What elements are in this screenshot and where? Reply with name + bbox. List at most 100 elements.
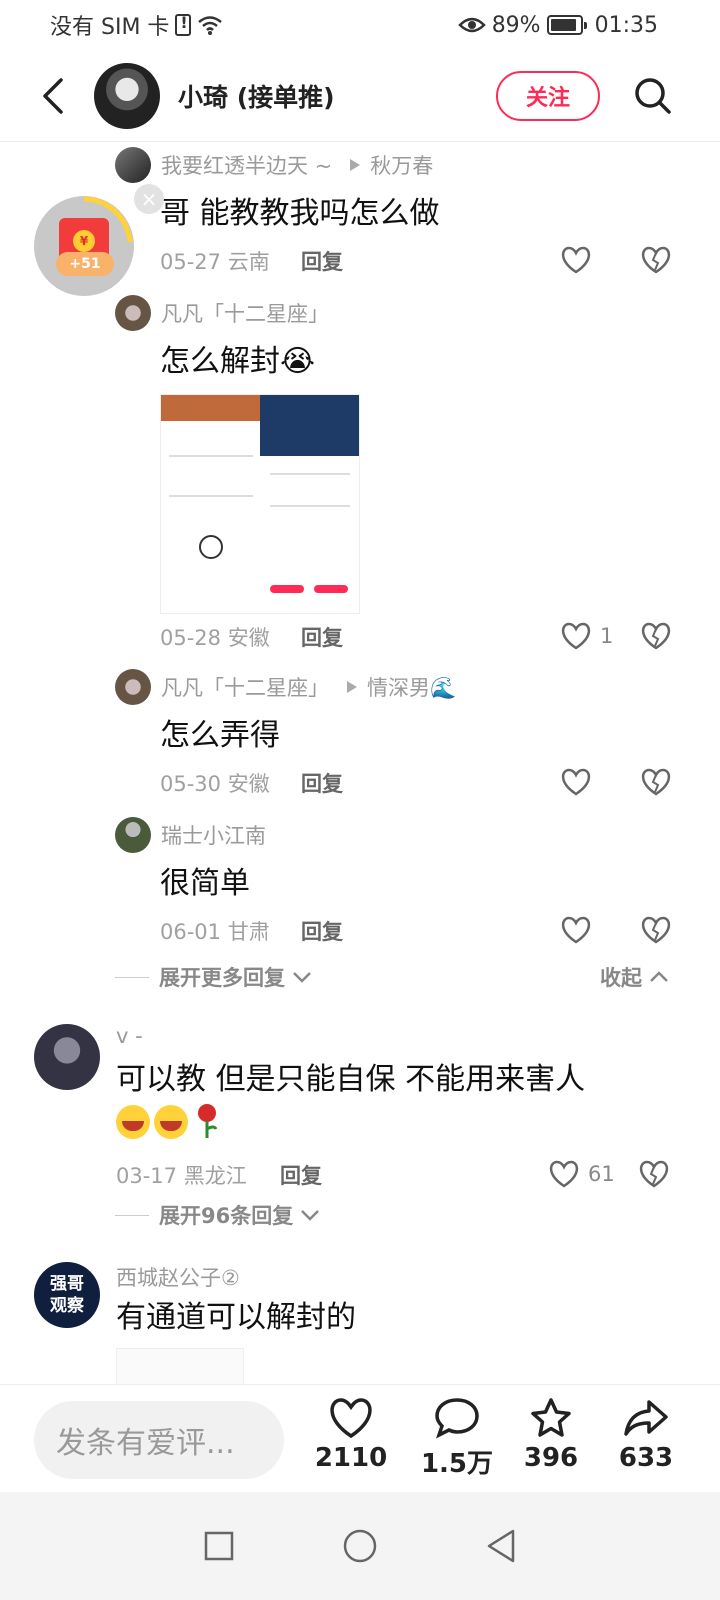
dislike-button[interactable] xyxy=(640,246,672,278)
reply-item: 瑞士小江南 很简单 06-01 甘肃 回复 xyxy=(115,816,695,954)
target-user-name[interactable]: 秋万春 xyxy=(370,150,433,180)
reply-date-location: 06-01 甘肃 xyxy=(160,920,270,944)
chevron-up-icon xyxy=(650,971,668,982)
back-arrow-icon xyxy=(43,77,63,114)
reply-item: 凡凡「十二星座」 怎么解封😭 05-28 安徽 回复 1 xyxy=(115,294,695,660)
heart-icon xyxy=(561,622,591,650)
heart-icon xyxy=(549,1160,579,1188)
comment-text[interactable]: 有通道可以解封的 xyxy=(116,1296,694,1340)
reply-meta: 06-01 甘肃 回复 xyxy=(160,908,695,954)
back-button[interactable] xyxy=(18,61,88,131)
author-avatar[interactable] xyxy=(94,62,160,129)
comment-input[interactable]: 发条有爱评... xyxy=(34,1401,284,1479)
reply-meta: 05-27 云南 回复 xyxy=(160,238,695,284)
header: 小琦 (接单推) 关注 xyxy=(0,50,720,142)
star-icon xyxy=(531,1398,571,1437)
author-name[interactable]: 小琦 (接单推) xyxy=(178,78,496,114)
reply-text[interactable]: 哥 能教教我吗怎么做 xyxy=(160,190,695,238)
comment-total: 1.5万 xyxy=(420,1449,494,1479)
user-name[interactable]: 瑞士小江南 xyxy=(161,820,266,850)
comment-item: 强哥 观察 西城赵公子② 有通道可以解封的 xyxy=(34,1262,694,1388)
system-nav-bar xyxy=(0,1492,720,1600)
reply-date-location: 05-30 安徽 xyxy=(160,772,270,796)
comment-action[interactable]: 1.5万 xyxy=(412,1397,502,1480)
coin-icon: ¥ xyxy=(73,230,95,252)
dislike-button[interactable] xyxy=(640,768,672,800)
like-count: 61 xyxy=(588,1162,615,1186)
heart-icon xyxy=(561,246,591,274)
rose-emoji-icon xyxy=(192,1103,222,1152)
reply-date-location: 05-28 安徽 xyxy=(160,626,270,650)
thumb-appeal-screenshot xyxy=(260,395,359,613)
dislike-button[interactable] xyxy=(640,916,672,948)
reply-text[interactable]: 怎么弄得 xyxy=(160,712,695,760)
collapse-replies[interactable]: 收起 xyxy=(600,962,670,992)
user-avatar[interactable] xyxy=(34,1024,100,1090)
wifi-icon xyxy=(197,14,223,36)
expand-more-label: 展开更多回复 xyxy=(159,966,285,990)
like-button[interactable] xyxy=(560,768,600,796)
dislike-button[interactable] xyxy=(640,622,672,654)
close-icon[interactable]: × xyxy=(134,184,164,214)
comment-text[interactable]: 可以教 但是只能自保 不能用来害人 xyxy=(116,1058,694,1152)
chevron-down-icon xyxy=(301,1210,320,1221)
comment-text-content: 可以教 但是只能自保 不能用来害人 xyxy=(116,1062,586,1097)
expand-comment-replies[interactable]: 展开96条回复 xyxy=(115,1200,321,1230)
status-right: 89% 01:35 xyxy=(457,12,658,38)
reply-button[interactable]: 回复 xyxy=(280,1160,322,1190)
reply-button[interactable]: 回复 xyxy=(301,246,343,276)
expand-more-replies[interactable]: 展开更多回复 xyxy=(115,962,313,992)
broken-heart-icon xyxy=(639,1160,669,1188)
share-action[interactable]: 633 xyxy=(601,1397,691,1473)
reply-meta: 05-30 安徽 回复 xyxy=(160,760,695,806)
reply-header: 凡凡「十二星座」 情深男🌊 xyxy=(115,668,695,706)
recents-square-icon[interactable] xyxy=(203,1530,235,1562)
reply-image[interactable] xyxy=(160,394,360,614)
reply-to-arrow-icon xyxy=(347,681,357,693)
user-avatar[interactable] xyxy=(115,147,151,183)
target-user-name[interactable]: 情深男🌊 xyxy=(367,672,456,702)
home-circle-icon[interactable] xyxy=(342,1528,378,1564)
like-button[interactable]: 61 xyxy=(548,1160,615,1188)
favorite-action[interactable]: 396 xyxy=(506,1397,596,1473)
like-button[interactable] xyxy=(560,246,600,274)
dislike-button[interactable] xyxy=(638,1160,670,1192)
sim-alert-icon xyxy=(175,13,192,36)
comment-body: 西城赵公子② 有通道可以解封的 xyxy=(116,1262,694,1388)
red-packet-amount: +51 xyxy=(56,252,114,276)
reply-text[interactable]: 很简单 xyxy=(160,860,695,908)
back-triangle-icon[interactable] xyxy=(485,1528,517,1564)
like-button[interactable]: 1 xyxy=(560,622,613,650)
reply-text[interactable]: 怎么解封😭 xyxy=(160,338,695,386)
user-name[interactable]: 我要红透半边天 ~ xyxy=(161,150,332,180)
search-button[interactable] xyxy=(628,71,678,121)
user-name[interactable]: 凡凡「十二星座」 xyxy=(161,672,329,702)
user-name[interactable]: 西城赵公子② xyxy=(116,1262,694,1296)
carrier-text: 没有 SIM 卡 xyxy=(50,15,170,40)
comment-bubble-icon xyxy=(435,1398,479,1439)
user-avatar[interactable]: 强哥 观察 xyxy=(34,1262,100,1328)
user-name[interactable]: v - xyxy=(116,1024,694,1058)
comment-image[interactable] xyxy=(116,1348,244,1388)
reply-header: 瑞士小江南 xyxy=(115,816,695,854)
reply-header: 我要红透半边天 ~ 秋万春 xyxy=(115,146,695,184)
user-avatar[interactable] xyxy=(115,669,151,705)
search-icon xyxy=(635,77,671,114)
reply-button[interactable]: 回复 xyxy=(301,768,343,798)
comment-body: v - 可以教 但是只能自保 不能用来害人 03-17 黑龙江 回复 61 xyxy=(116,1024,694,1198)
like-button[interactable] xyxy=(560,916,600,944)
broken-heart-icon xyxy=(641,916,671,944)
comment-date-location: 03-17 黑龙江 xyxy=(116,1164,247,1188)
like-action[interactable]: 2110 xyxy=(306,1397,396,1473)
user-avatar[interactable] xyxy=(115,817,151,853)
user-avatar[interactable] xyxy=(115,295,151,331)
battery-percent: 89% xyxy=(491,12,541,38)
red-packet-widget[interactable]: ¥ +51 × xyxy=(34,184,164,296)
follow-button[interactable]: 关注 xyxy=(496,70,600,121)
reply-button[interactable]: 回复 xyxy=(301,916,343,946)
share-total: 633 xyxy=(618,1443,674,1473)
reply-button[interactable]: 回复 xyxy=(301,622,343,652)
user-name[interactable]: 凡凡「十二星座」 xyxy=(161,298,329,328)
status-bar: 没有 SIM 卡 89% 01:35 xyxy=(0,0,720,50)
broken-heart-icon xyxy=(641,622,671,650)
